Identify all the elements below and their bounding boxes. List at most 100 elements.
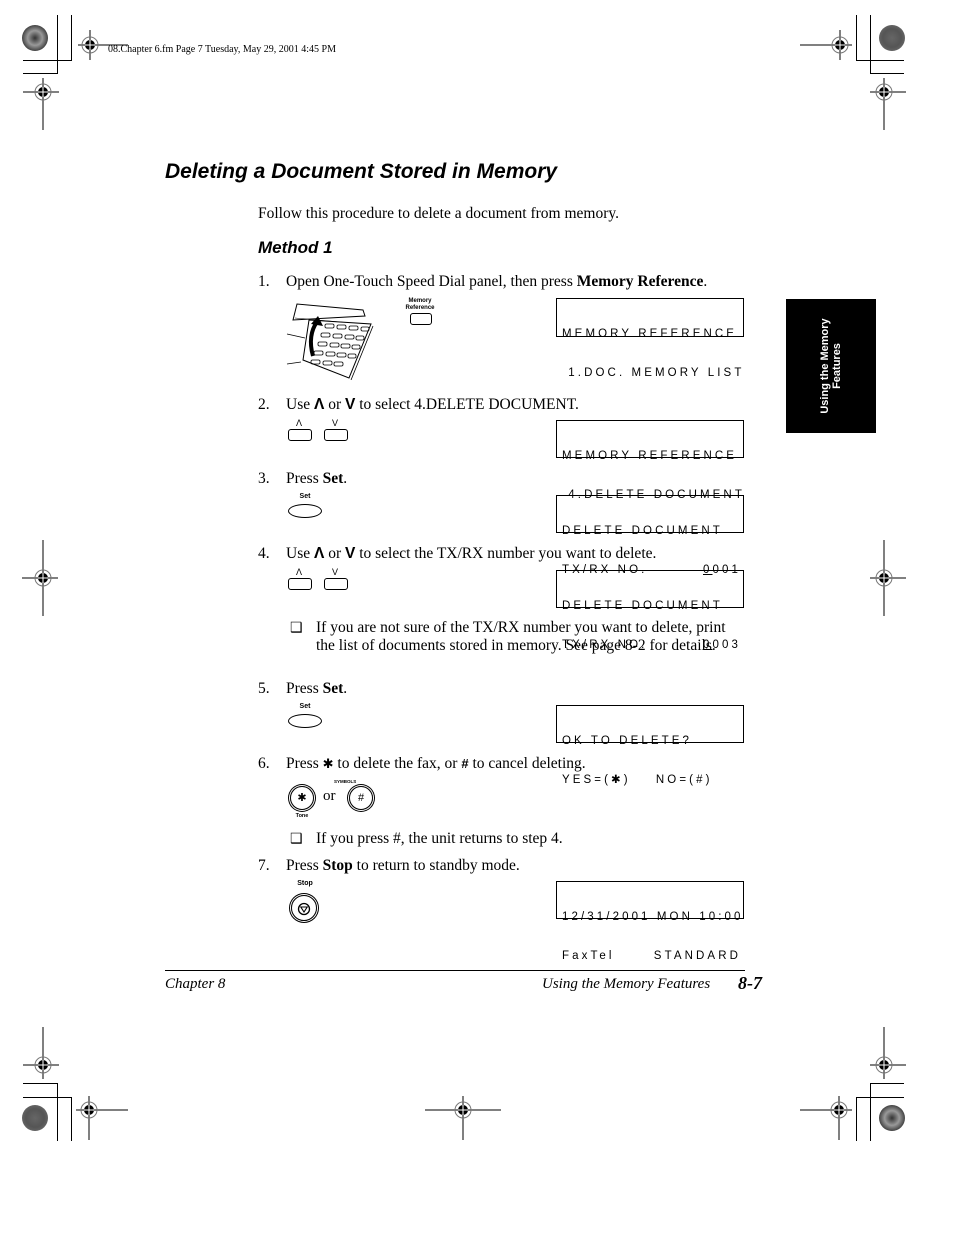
- file-slug: 08.Chapter 6.fm Page 7 Tuesday, May 29, …: [108, 44, 336, 55]
- section-title: Deleting a Document Stored in Memory: [165, 160, 558, 183]
- registration-mark-icon: [870, 1027, 906, 1079]
- footer-rule: [165, 970, 745, 971]
- crop-line: [856, 1097, 857, 1141]
- down-key-label: V: [331, 567, 338, 577]
- step-text: .: [703, 273, 708, 290]
- crop-line: [57, 1083, 58, 1141]
- lcd-line: YES=(✱) NO=(#): [562, 774, 713, 786]
- crop-line: [870, 15, 871, 73]
- crop-line: [870, 1083, 871, 1141]
- star-tone-key[interactable]: ✱: [290, 786, 314, 810]
- registration-mark-icon: [76, 1096, 128, 1140]
- down-arrow-icon: V: [345, 545, 356, 562]
- step-1: 1. Open One-Touch Speed Dial panel, then …: [258, 273, 707, 291]
- set-key[interactable]: [288, 714, 322, 728]
- crop-line: [856, 60, 904, 61]
- up-arrow-icon: Λ: [313, 396, 325, 413]
- down-arrow-key[interactable]: [324, 429, 348, 441]
- set-key-label: Set: [299, 493, 311, 500]
- checkbox-bullet-icon: ❑: [290, 832, 303, 847]
- step-number: 6.: [258, 755, 270, 772]
- lcd-label: FaxTel: [562, 950, 615, 962]
- down-arrow-key[interactable]: [324, 578, 348, 590]
- crop-line: [57, 15, 58, 73]
- lcd-display: MEMORY REFERENCE 1.DOC. MEMORY LIST: [556, 298, 744, 379]
- step-number: 3.: [258, 470, 270, 487]
- up-arrow-key[interactable]: [288, 429, 312, 441]
- registration-mark-icon: [23, 1027, 59, 1079]
- lcd-line: DELETE DOCUMENT: [562, 600, 723, 612]
- crop-line: [23, 1097, 72, 1098]
- lcd-line: DELETE DOCUMENT: [562, 525, 723, 537]
- lcd-display: MEMORY REFERENCE 4.DELETE DOCUMENT: [556, 420, 744, 501]
- hash-symbols-key[interactable]: #: [349, 786, 373, 810]
- step-number: 7.: [258, 857, 270, 874]
- step-text: Press: [286, 857, 323, 874]
- lcd-display: DELETE DOCUMENT TX/RX NO. 0001: [556, 495, 744, 576]
- lcd-line: FaxTel STANDARD: [562, 950, 743, 963]
- down-arrow-icon: V: [345, 396, 356, 413]
- crop-line: [870, 73, 904, 74]
- intro-text: Follow this procedure to delete a docume…: [258, 205, 619, 222]
- symbols-key-label: SYMBOLS: [334, 779, 357, 784]
- method-title: Method 1: [258, 238, 333, 257]
- down-key-label: V: [331, 418, 338, 428]
- registration-mark-icon: [800, 30, 852, 60]
- step-number: 4.: [258, 545, 270, 562]
- step-3: 3. Press Set.: [258, 470, 347, 488]
- registration-mark-icon: [23, 78, 59, 130]
- step-text: to return to standby mode.: [352, 857, 520, 874]
- lcd-display: OK TO DELETE? YES=(✱) NO=(#): [556, 705, 744, 786]
- step-5: 5. Press Set.: [258, 680, 347, 698]
- checkbox-bullet-icon: ❑: [290, 621, 303, 636]
- side-tab-line: Features: [831, 343, 843, 389]
- color-bar-icon: [22, 1105, 48, 1131]
- step-key-name: Set: [322, 470, 344, 487]
- step-text: to select 4.DELETE DOCUMENT.: [355, 396, 579, 413]
- lcd-line: MEMORY REFERENCE: [562, 328, 738, 340]
- step-text: Press: [286, 470, 323, 487]
- lcd-line: 12/31/2001 MON 10:00: [562, 911, 744, 923]
- step-key-name: Stop: [322, 857, 353, 874]
- memory-reference-key[interactable]: [410, 313, 432, 325]
- crop-line: [23, 1083, 58, 1084]
- lcd-display: 12/31/2001 MON 10:00 FaxTel STANDARD: [556, 881, 744, 962]
- page-number: 8-7: [738, 973, 762, 993]
- up-arrow-key[interactable]: [288, 578, 312, 590]
- or-text: or: [323, 788, 336, 804]
- step-text: Press: [286, 680, 323, 697]
- step-text: to cancel deleting.: [468, 755, 586, 772]
- crop-line: [23, 60, 72, 61]
- crop-line: [71, 1097, 72, 1141]
- step-text: .: [343, 680, 348, 697]
- speed-dial-panel-illustration: [286, 303, 374, 380]
- registration-mark-icon: [870, 78, 906, 130]
- lcd-display: DELETE DOCUMENT TX/RX NO. 0003: [556, 570, 744, 651]
- color-bar-icon: [879, 25, 905, 51]
- crop-line: [23, 73, 58, 74]
- up-key-label: Λ: [295, 418, 302, 428]
- tone-key-label: Tone: [295, 813, 309, 819]
- step-text: Open One-Touch Speed Dial panel, then pr…: [286, 273, 577, 290]
- set-key[interactable]: [288, 504, 322, 518]
- step-number: 5.: [258, 680, 270, 697]
- lcd-line: 1.DOC. MEMORY LIST: [562, 367, 745, 379]
- step-4: 4. Use Λ or V to select the TX/RX number …: [258, 545, 656, 563]
- up-arrow-icon: Λ: [313, 545, 325, 562]
- registration-mark-icon: [800, 1096, 852, 1140]
- step-number: 2.: [258, 396, 270, 413]
- up-key-label: Λ: [295, 567, 302, 577]
- hash-icon: #: [461, 756, 469, 771]
- key-label-line: Reference: [405, 305, 435, 311]
- step-2: 2. Use Λ or V to select 4.DELETE DOCUMENT…: [258, 396, 579, 414]
- crop-line: [856, 1097, 904, 1098]
- side-tab-line: Using the Memory: [819, 318, 831, 414]
- crop-line: [870, 1083, 904, 1084]
- stop-key[interactable]: [291, 895, 317, 921]
- crop-line: [856, 15, 857, 61]
- stop-key-label: Stop: [297, 880, 313, 887]
- step-number: 1.: [258, 273, 270, 290]
- color-bar-icon: [22, 25, 48, 51]
- step-key-name: Set: [322, 680, 344, 697]
- set-key-label: Set: [299, 703, 311, 710]
